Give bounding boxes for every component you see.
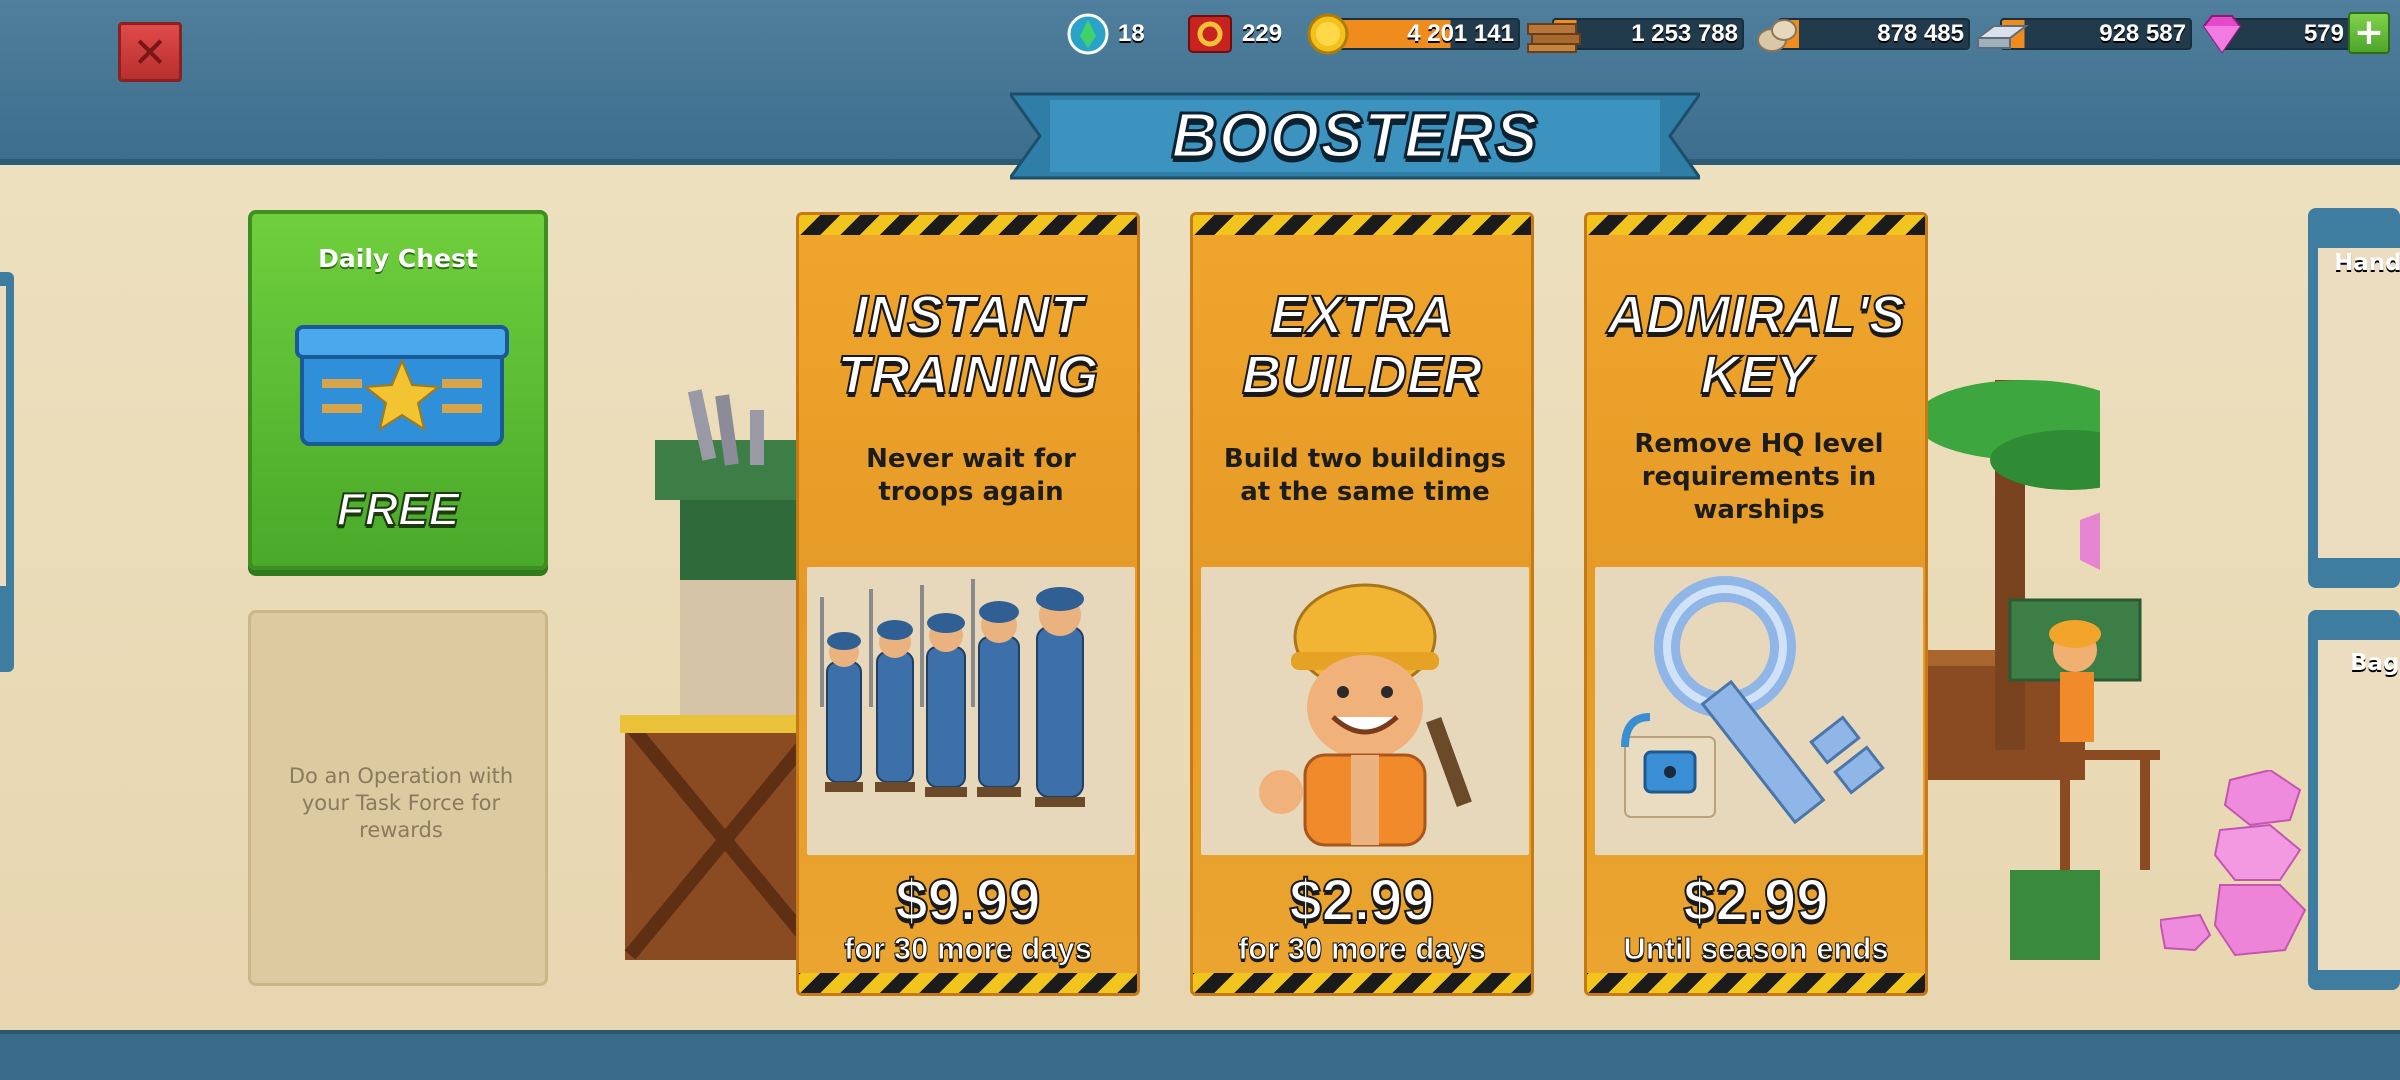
booster-duration: for 30 more days xyxy=(1237,931,1487,967)
daily-chest-title: Daily Chest xyxy=(318,244,478,273)
left-edge-card[interactable] xyxy=(0,272,14,672)
side-offer-card-bottom[interactable]: Bag xyxy=(2308,610,2400,990)
title-banner: BOOSTERS xyxy=(1010,86,1700,186)
stone-value: 878 485 xyxy=(1877,20,1964,47)
wood-resource: 1 253 788 xyxy=(1526,12,1744,56)
task-force-reward-text: Do an Operation with your Task Force for… xyxy=(288,764,514,842)
booster-price: $9.99 xyxy=(894,867,1041,934)
gold-value: 4 201 141 xyxy=(1407,20,1514,47)
hazard-stripe-top xyxy=(1193,215,1531,235)
bottom-bar xyxy=(0,1030,2400,1080)
key-icon xyxy=(1621,576,1885,825)
booster-card-admirals-key[interactable]: ADMIRAL'S KEY Remove HQ level requirement… xyxy=(1584,212,1928,996)
diamond-value: 579 xyxy=(2303,20,2344,47)
hazard-stripe-bottom xyxy=(1587,973,1925,993)
chest-icon xyxy=(295,325,509,446)
daily-chest-price: FREE xyxy=(336,482,461,536)
side-offer-label: Handi xyxy=(2334,250,2400,276)
booster-card-instant-training[interactable]: INSTANT TRAINING Never wait for troops ag… xyxy=(796,212,1140,996)
soldiers-icon xyxy=(820,579,1085,807)
hazard-stripe-bottom xyxy=(799,973,1137,993)
booster-title: EXTRA BUILDER xyxy=(1241,284,1483,406)
booster-duration: for 30 more days xyxy=(843,931,1093,967)
task-force-reward-slot: Do an Operation with your Task Force for… xyxy=(248,610,548,986)
iron-resource: 928 587 xyxy=(1974,12,2192,56)
iron-value: 928 587 xyxy=(2099,20,2186,47)
booster-title: INSTANT TRAINING xyxy=(837,284,1100,406)
booster-description: Remove HQ level requirements in warships xyxy=(1634,429,1884,525)
booster-price: $2.99 xyxy=(1288,867,1435,934)
builder-illustration xyxy=(1201,567,1529,855)
booster-price: $2.99 xyxy=(1682,867,1829,934)
booster-title: ADMIRAL'S KEY xyxy=(1606,284,1906,406)
intel-icon xyxy=(1067,13,1109,55)
side-offer-image xyxy=(2318,248,2400,558)
hazard-stripe-top xyxy=(799,215,1137,235)
daily-chest-card[interactable]: Daily Chest FREE xyxy=(248,210,548,570)
hazard-stripe-bottom xyxy=(1193,973,1531,993)
side-offer-card-top[interactable]: Handi xyxy=(2308,208,2400,588)
side-offer-image xyxy=(2318,640,2400,970)
booster-duration: Until season ends xyxy=(1623,931,1889,967)
builder-icon xyxy=(1259,583,1472,847)
hazard-stripe-top xyxy=(1587,215,1925,235)
booster-card-extra-builder[interactable]: EXTRA BUILDER Build two buildings at the … xyxy=(1190,212,1534,996)
powder-resource: 229 xyxy=(1186,12,1296,56)
booster-description: Build two buildings at the same time xyxy=(1223,444,1507,507)
wood-value: 1 253 788 xyxy=(1631,20,1738,47)
intel-resource: 18 xyxy=(1066,12,1156,56)
intel-value: 18 xyxy=(1118,20,1145,47)
key-illustration xyxy=(1595,567,1923,855)
stone-resource: 878 485 xyxy=(1754,12,1970,56)
gold-resource: 4 201 141 xyxy=(1306,12,1520,56)
diamond-pile-icon xyxy=(2160,770,2307,957)
gear-badge-icon xyxy=(1188,15,1232,53)
add-diamonds-button[interactable]: + xyxy=(2348,12,2390,54)
powder-value: 229 xyxy=(1242,20,1283,47)
page-title: BOOSTERS xyxy=(1170,98,1539,173)
diamond-resource: 579 + xyxy=(2198,12,2394,56)
side-offer-label: Bag xyxy=(2350,650,2400,676)
close-button[interactable]: ✕ xyxy=(118,22,182,82)
troops-illustration xyxy=(807,567,1135,855)
booster-description: Never wait for troops again xyxy=(866,444,1076,507)
